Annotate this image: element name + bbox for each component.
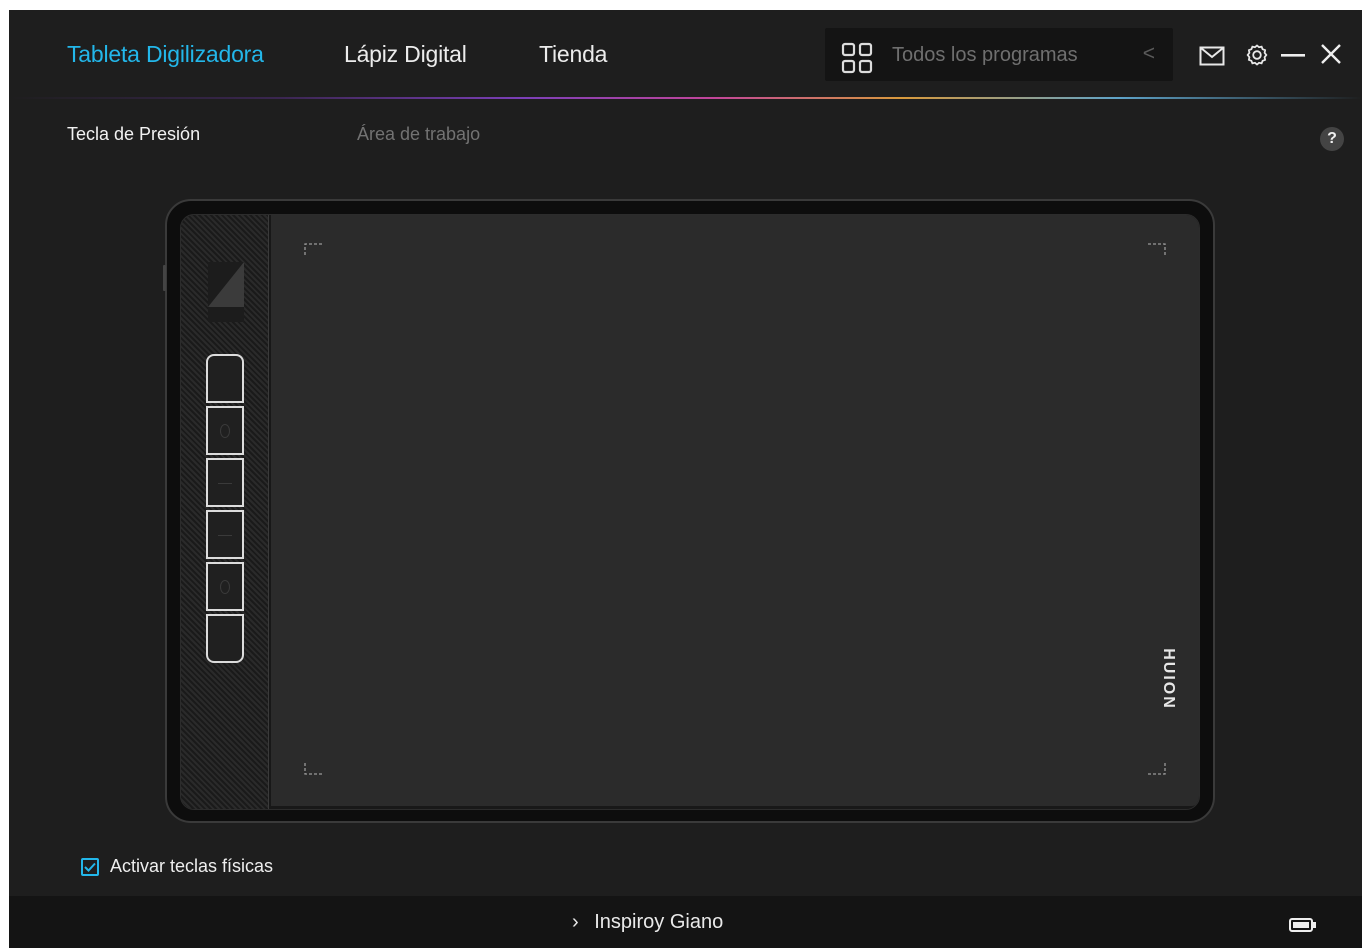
subtab-tecla-de-presion[interactable]: Tecla de Presión (67, 124, 200, 145)
chevron-left-icon[interactable]: < (1143, 42, 1155, 66)
subtab-area-de-trabajo[interactable]: Área de trabajo (357, 124, 480, 145)
checkbox-label: Activar teclas físicas (110, 856, 274, 876)
battery-icon (1289, 918, 1316, 932)
corner-mark-icon (304, 243, 322, 255)
tab-lapiz-digital[interactable]: Lápiz Digital (344, 41, 467, 68)
express-key-3[interactable] (206, 458, 244, 507)
express-key-strip (181, 215, 269, 809)
key-marker-icon (220, 424, 230, 438)
chevron-right-icon: › (572, 911, 579, 933)
indicator-led-icon (208, 262, 244, 307)
program-selector[interactable]: Todos los programas < (825, 28, 1173, 81)
settings-icon[interactable] (1245, 43, 1269, 67)
program-selector-label: Todos los programas (892, 44, 1078, 66)
tablet-side-switch (163, 265, 166, 291)
tablet-surface (180, 214, 1200, 810)
express-key-4[interactable] (206, 510, 244, 559)
corner-mark-icon (1148, 243, 1166, 255)
key-marker-icon (218, 535, 232, 536)
close-icon[interactable] (1320, 43, 1342, 65)
check-icon (84, 862, 96, 872)
express-key-1[interactable] (206, 354, 244, 403)
top-navigation: Tableta Digilizadora Lápiz Digital Tiend… (9, 10, 1362, 98)
key-marker-icon (218, 483, 232, 484)
help-button[interactable]: ? (1320, 127, 1344, 151)
checkbox-box[interactable] (81, 858, 99, 876)
corner-mark-icon (304, 763, 322, 775)
key-marker-icon (220, 580, 230, 594)
divider-line (9, 97, 1362, 99)
express-key-2[interactable] (206, 406, 244, 455)
tab-tienda[interactable]: Tienda (539, 41, 607, 68)
brand-logo: HUION (1160, 648, 1177, 710)
corner-mark-icon (1148, 763, 1166, 775)
minimize-icon[interactable] (1281, 54, 1305, 58)
status-bar: › Inspiroy Giano (9, 896, 1362, 948)
express-key-6[interactable] (206, 614, 244, 663)
app-window: Tableta Digilizadora Lápiz Digital Tiend… (9, 10, 1362, 948)
mail-icon[interactable] (1199, 46, 1225, 66)
indicator-led (208, 262, 244, 322)
device-name: Inspiroy Giano (594, 911, 724, 933)
device-selector[interactable]: › Inspiroy Giano (572, 911, 723, 934)
tablet-illustration: HUION (163, 199, 1215, 823)
working-area (271, 215, 1199, 806)
express-key-5[interactable] (206, 562, 244, 611)
tab-tableta-digilizadora[interactable]: Tableta Digilizadora (67, 41, 264, 68)
apps-grid-icon (841, 42, 873, 74)
